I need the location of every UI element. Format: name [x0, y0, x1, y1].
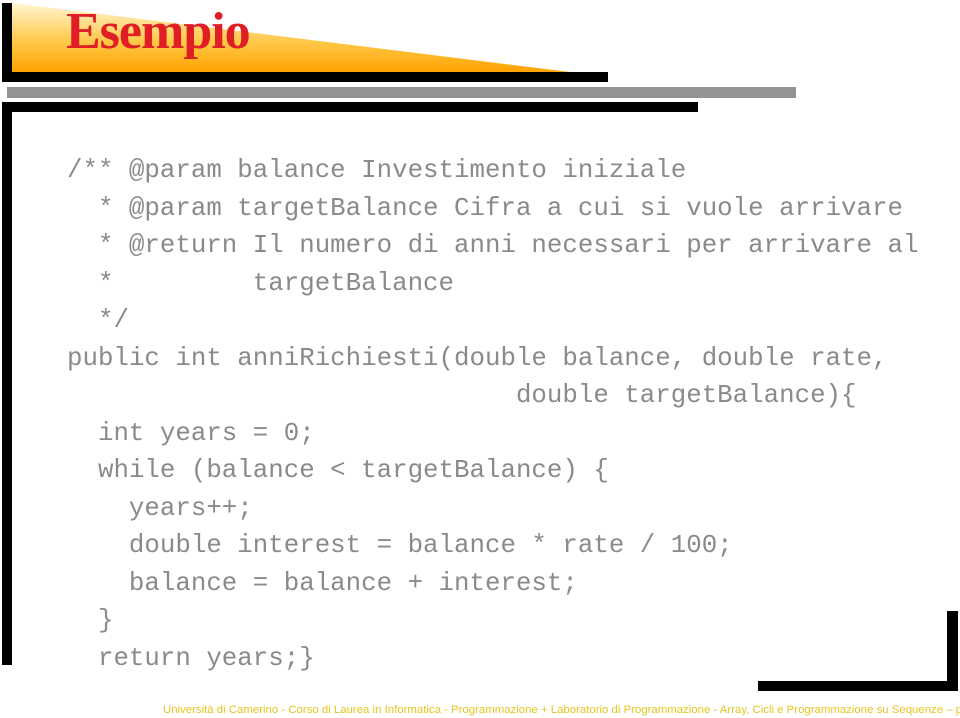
code-line: balance = balance + interest; — [67, 568, 578, 598]
code-line: */ — [67, 306, 129, 335]
code-line: * @param targetBalance Cifra a cui si vu… — [67, 193, 903, 223]
title-left-bar — [2, 3, 12, 82]
content-frame-bottom — [758, 681, 958, 691]
content-frame-right — [947, 611, 958, 691]
code-line: * @return Il numero di anni necessari pe… — [67, 231, 919, 260]
slide-footer: Università di Camerino - Corso di Laurea… — [163, 704, 960, 716]
content-frame-top — [2, 102, 698, 112]
header-gray-rule — [7, 87, 796, 98]
code-line: years++; — [67, 493, 253, 523]
code-line: public int anniRichiesti(double balance,… — [67, 343, 888, 373]
code-line: } — [67, 606, 114, 635]
code-line: double interest = balance * rate / 100; — [67, 531, 733, 560]
code-line: /** @param balance Investimento iniziale — [67, 156, 687, 185]
code-line: double targetBalance){ — [67, 381, 857, 410]
code-block: /** @param balance Investimento iniziale… — [67, 152, 918, 677]
code-line: return years;} — [67, 643, 315, 673]
content-frame-left — [2, 102, 12, 665]
title-underline-bar — [2, 72, 608, 82]
code-line: while (balance < targetBalance) { — [67, 456, 609, 485]
slide-title: Esempio — [66, 3, 251, 60]
code-line: int years = 0; — [67, 418, 315, 448]
code-line: * targetBalance — [67, 268, 455, 298]
